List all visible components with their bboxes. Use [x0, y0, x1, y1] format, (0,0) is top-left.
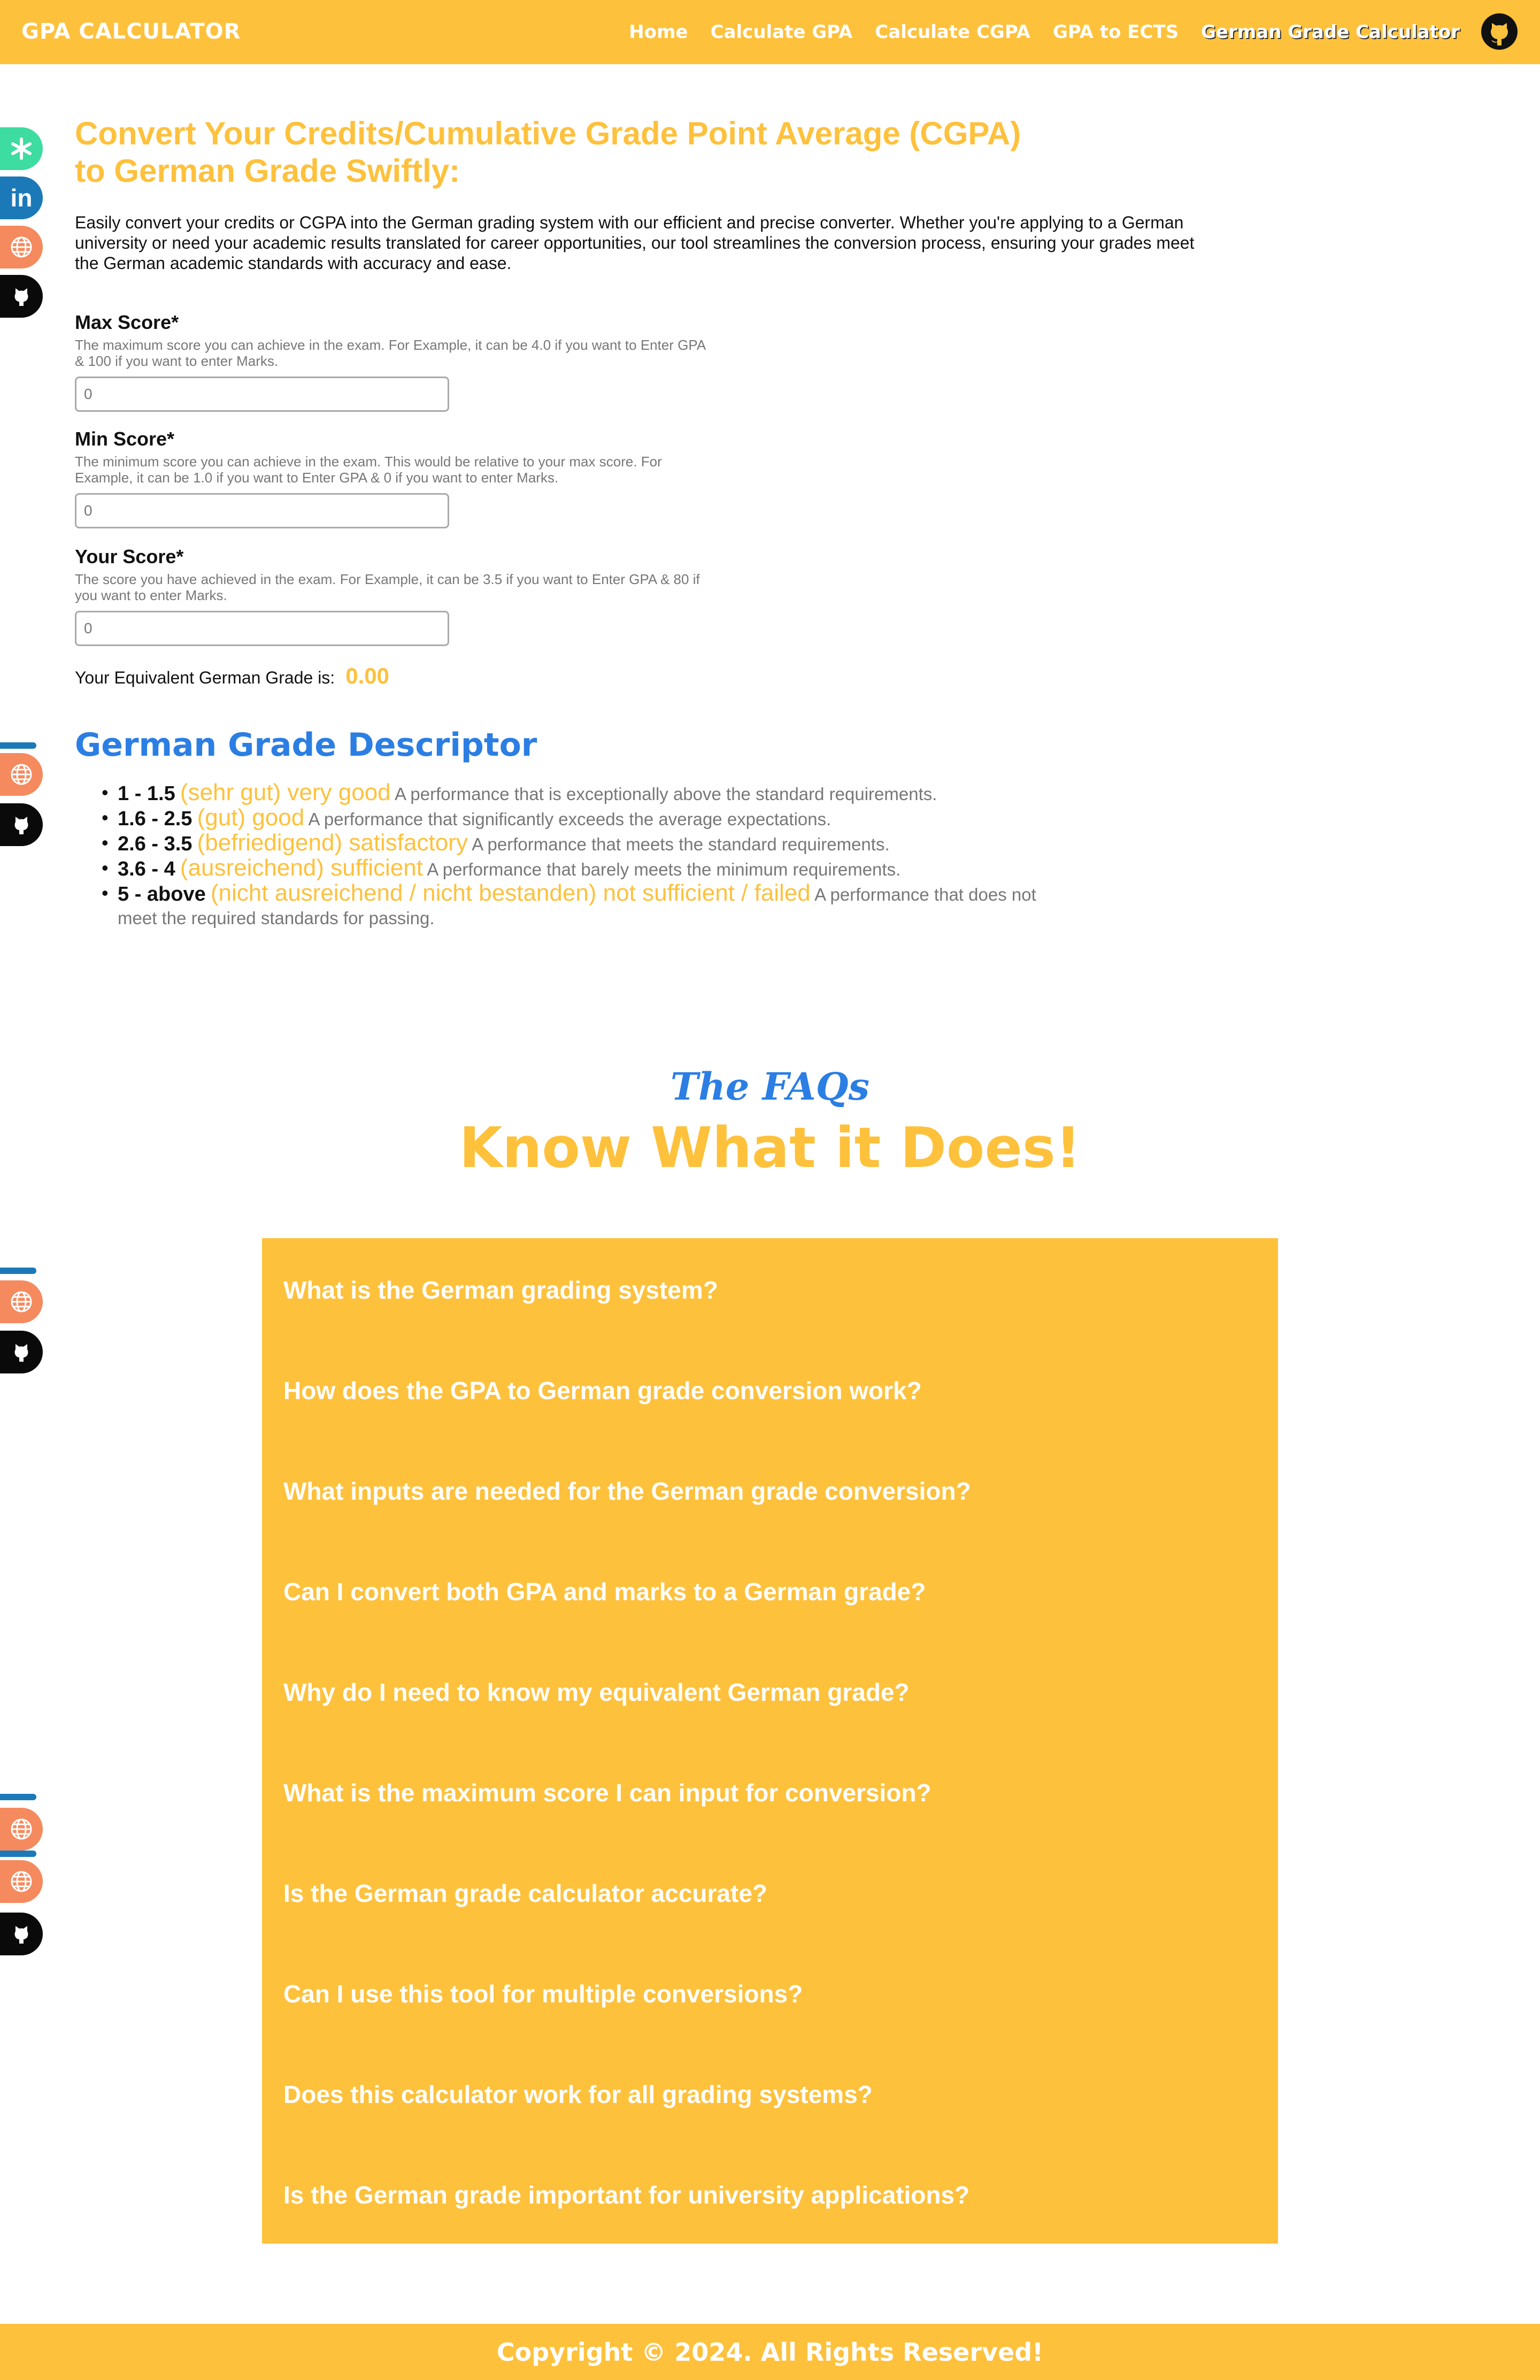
your-score-label: Your Score* — [75, 546, 184, 567]
your-score-input[interactable] — [75, 611, 449, 646]
nav-calculate-gpa[interactable]: Calculate GPA — [711, 21, 853, 43]
faq-question[interactable]: Can I use this tool for multiple convers… — [283, 1979, 803, 2008]
github-icon[interactable] — [0, 275, 43, 318]
your-score-help: The score you have achieved in the exam.… — [75, 571, 700, 603]
grade-range: 1 - 1.5 — [118, 782, 175, 805]
grade-name: (gut) good — [197, 804, 305, 831]
intro-text: Easily convert your credits or CGPA into… — [75, 213, 1195, 273]
your-score-field: Your Score* The score you have achieved … — [75, 546, 770, 646]
nav-home[interactable]: Home — [629, 21, 688, 43]
faq-question[interactable]: Is the German grade calculator accurate? — [283, 1879, 767, 1908]
grade-desc: A performance that barely meets the mini… — [427, 859, 901, 879]
top-navbar: GPA CALCULATOR Home Calculate GPA Calcul… — [0, 0, 1540, 64]
min-score-field: Min Score* The minimum score you can ach… — [75, 428, 770, 528]
page-title-line1: Convert Your Credits/Cumulative Grade Po… — [75, 116, 1021, 151]
side-divider — [0, 1268, 36, 1274]
grade-item: 3.6 - 4 (ausreichend) sufficient A perfo… — [102, 856, 1043, 881]
side-divider — [0, 742, 36, 749]
max-score-help: The maximum score you can achieve in the… — [75, 337, 705, 369]
min-score-help: The minimum score you can achieve in the… — [75, 454, 662, 486]
globe-icon[interactable] — [0, 753, 43, 796]
footer-copyright: Copyright © 2024. All Rights Reserved! — [496, 2337, 1044, 2367]
grade-name: (sehr gut) very good — [180, 779, 391, 805]
faq-question[interactable]: What is the maximum score I can input fo… — [283, 1778, 931, 1807]
grade-range: 5 - above — [118, 883, 206, 905]
github-icon[interactable] — [0, 1331, 43, 1373]
side-divider — [0, 1851, 36, 1857]
max-score-label: Max Score* — [75, 311, 179, 333]
globe-icon[interactable] — [0, 1808, 43, 1851]
faq-question[interactable]: Can I convert both GPA and marks to a Ge… — [283, 1577, 926, 1606]
grade-range: 3.6 - 4 — [118, 858, 175, 880]
descriptor-title: German Grade Descriptor — [75, 726, 537, 764]
faq-kicker: The FAQs — [670, 1064, 870, 1109]
globe-icon[interactable] — [0, 1280, 43, 1323]
min-score-input[interactable] — [75, 493, 449, 528]
grade-range: 2.6 - 3.5 — [118, 833, 192, 855]
globe-icon[interactable] — [0, 226, 43, 268]
grade-range: 1.6 - 2.5 — [118, 808, 192, 830]
max-score-field: Max Score* The maximum score you can ach… — [75, 311, 770, 412]
asterisk-icon[interactable] — [0, 127, 43, 170]
result-row: Your Equivalent German Grade is: 0.00 — [75, 663, 389, 689]
github-icon[interactable] — [1480, 12, 1519, 51]
max-score-input[interactable] — [75, 377, 449, 412]
page-title: Convert Your Credits/Cumulative Grade Po… — [75, 115, 1091, 190]
faq-question[interactable]: What is the German grading system? — [283, 1276, 718, 1304]
faq-question[interactable]: How does the GPA to German grade convers… — [283, 1376, 922, 1405]
nav-gpa-to-ects[interactable]: GPA to ECTS — [1053, 21, 1179, 43]
faq-title: Know What it Does! — [459, 1115, 1081, 1180]
nav-links: Home Calculate GPA Calculate CGPA GPA to… — [629, 21, 1460, 43]
grade-name: (nicht ausreichend / nicht bestanden) no… — [210, 880, 811, 906]
nav-calculate-cgpa[interactable]: Calculate CGPA — [875, 21, 1030, 43]
faq-question[interactable]: Is the German grade important for univer… — [283, 2181, 969, 2209]
grade-item: 1 - 1.5 (sehr gut) very good A performan… — [102, 781, 1043, 806]
globe-icon[interactable] — [0, 1860, 43, 1903]
grade-item: 5 - above (nicht ausreichend / nicht bes… — [102, 881, 1043, 930]
grade-desc: A performance that meets the standard re… — [472, 834, 890, 854]
result-value: 0.00 — [345, 663, 389, 688]
grade-desc: A performance that significantly exceeds… — [308, 809, 831, 829]
faq-accordion: What is the German grading system? How d… — [262, 1238, 1278, 2244]
grade-list: 1 - 1.5 (sehr gut) very good A performan… — [102, 781, 1043, 930]
side-divider — [0, 1794, 36, 1800]
nav-german-grade-calculator[interactable]: German Grade Calculator — [1201, 21, 1460, 43]
grade-name: (befriedigend) satisfactory — [197, 830, 468, 856]
faq-question[interactable]: Does this calculator work for all gradin… — [283, 2080, 873, 2109]
page-title-line2: to German Grade Swiftly: — [75, 153, 460, 189]
brand-logo[interactable]: GPA CALCULATOR — [21, 19, 241, 44]
grade-item: 2.6 - 3.5 (befriedigend) satisfactory A … — [102, 831, 1043, 856]
grade-desc: A performance that is exceptionally abov… — [395, 784, 937, 804]
grade-item: 1.6 - 2.5 (gut) good A performance that … — [102, 806, 1043, 831]
linkedin-icon[interactable]: in — [0, 176, 43, 219]
github-icon[interactable] — [0, 1913, 43, 1955]
faq-question[interactable]: What inputs are needed for the German gr… — [283, 1477, 971, 1506]
min-score-label: Min Score* — [75, 428, 175, 450]
footer: Copyright © 2024. All Rights Reserved! — [0, 2324, 1540, 2380]
result-label: Your Equivalent German Grade is: — [75, 668, 335, 687]
faq-question[interactable]: Why do I need to know my equivalent Germ… — [283, 1678, 910, 1707]
grade-name: (ausreichend) sufficient — [180, 855, 423, 881]
github-icon[interactable] — [0, 803, 43, 846]
